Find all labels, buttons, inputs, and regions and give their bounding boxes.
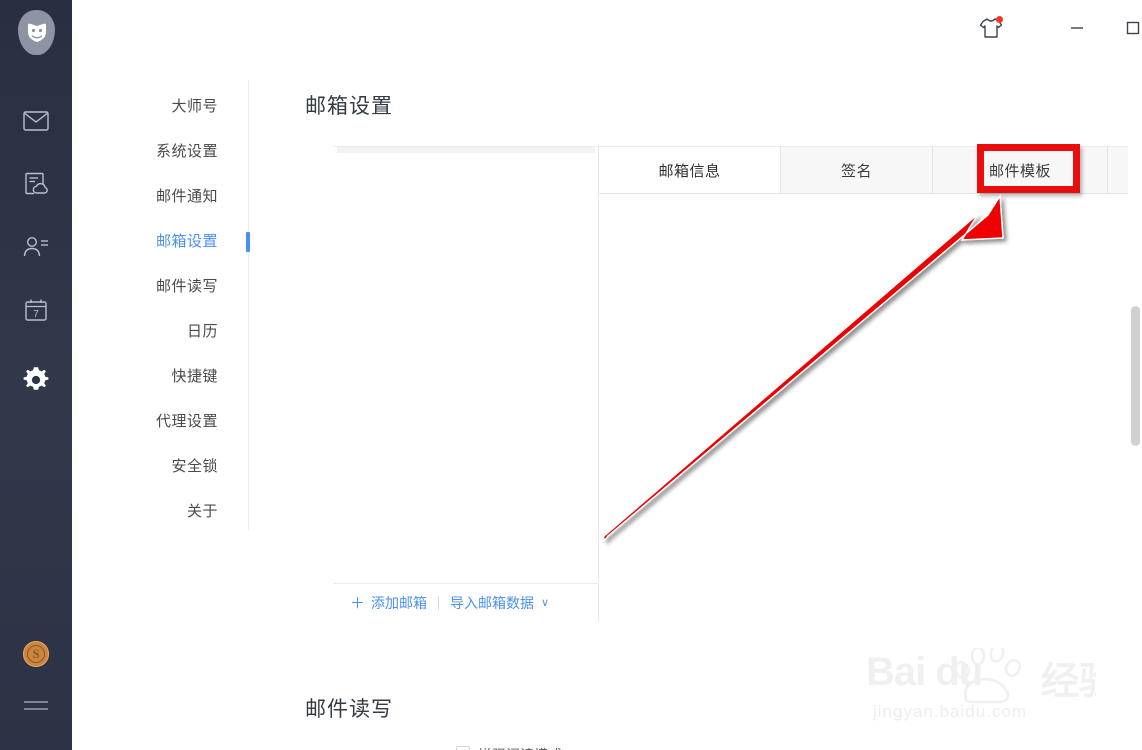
rail-item-menu[interactable] — [0, 684, 72, 728]
sidebar-item-proxy[interactable]: 代理设置 — [98, 410, 218, 431]
sidebar-item-calendar[interactable]: 日历 — [98, 320, 218, 341]
vertical-scrollbar-track[interactable] — [1128, 56, 1142, 750]
tab-mailbox-info[interactable]: 邮箱信息 — [599, 147, 781, 194]
icon-rail: 7 S — [0, 0, 72, 750]
calendar-icon: 7 — [25, 299, 47, 321]
hamburger-menu-icon — [24, 701, 48, 710]
minimize-icon — [1071, 27, 1083, 29]
section-title-mail-readwrite: 邮件读写 — [305, 698, 393, 721]
enhanced-reading-label: 增强阅读模式 — [478, 745, 562, 750]
mailbox-list-header-strip — [337, 147, 595, 153]
cloud-document-icon — [25, 172, 48, 195]
add-mailbox-button[interactable]: ＋ 添加邮箱 — [350, 592, 427, 613]
plus-icon: ＋ — [350, 595, 366, 612]
rail-item-contacts[interactable] — [0, 225, 72, 269]
svg-text:7: 7 — [33, 309, 39, 320]
title-bar — [72, 0, 1142, 56]
application-window: 7 S 大师号 系统设置 邮件通知 邮箱设置 邮件读写 日历 快捷键 代理设置 … — [0, 0, 1142, 750]
sidebar-item-notification[interactable]: 邮件通知 — [98, 185, 218, 206]
coin-icon: S — [23, 641, 49, 667]
enhanced-reading-checkbox[interactable] — [456, 746, 470, 750]
chevron-down-icon: ∨ — [541, 597, 550, 609]
tab-content-area — [599, 194, 1142, 621]
maximize-icon — [1126, 21, 1140, 35]
sidebar-item-system[interactable]: 系统设置 — [98, 140, 218, 161]
page-title: 邮箱设置 — [305, 95, 393, 118]
nav-divider — [248, 80, 249, 530]
rail-item-calendar[interactable]: 7 — [0, 288, 72, 332]
sidebar-item-shortcuts[interactable]: 快捷键 — [98, 365, 218, 386]
settings-nav: 大师号 系统设置 邮件通知 邮箱设置 邮件读写 日历 快捷键 代理设置 安全锁 … — [72, 56, 250, 750]
sidebar-item-security-lock[interactable]: 安全锁 — [98, 455, 218, 476]
tab-signature[interactable]: 签名 — [781, 147, 933, 194]
minimize-button[interactable] — [1057, 8, 1097, 48]
coin-symbol: S — [27, 645, 45, 663]
maximize-button[interactable] — [1113, 8, 1142, 48]
sidebar-item-dashihao[interactable]: 大师号 — [98, 95, 218, 116]
sidebar-item-mailbox-settings[interactable]: 邮箱设置 — [98, 230, 218, 251]
mailbox-list-pane: ＋ 添加邮箱 导入邮箱数据 ∨ — [333, 147, 599, 621]
skin-button[interactable] — [971, 8, 1011, 48]
rail-item-coin[interactable]: S — [0, 632, 72, 676]
import-mailbox-data-label: 导入邮箱数据 — [450, 594, 535, 611]
rail-item-settings[interactable] — [0, 358, 72, 402]
panel-tabs: 邮箱信息 签名 邮件模板 — [599, 147, 1142, 194]
main-content: 邮箱设置 ＋ 添加邮箱 导入邮箱数据 ∨ 邮箱信息 签名 邮件模板 邮件读写 — [250, 56, 1142, 750]
vertical-scrollbar-thumb[interactable] — [1131, 306, 1140, 446]
tab-mail-template[interactable]: 邮件模板 — [933, 147, 1108, 194]
rail-item-mail[interactable] — [0, 99, 72, 143]
sidebar-item-about[interactable]: 关于 — [98, 500, 218, 521]
skin-notification-dot — [996, 16, 1003, 23]
rail-item-cloud-document[interactable] — [0, 162, 72, 206]
user-avatar[interactable] — [18, 10, 55, 55]
toolbar-separator — [438, 595, 440, 610]
import-mailbox-data-button[interactable]: 导入邮箱数据 ∨ — [450, 593, 549, 613]
gear-icon — [23, 367, 49, 390]
avatar-glyph — [27, 23, 46, 42]
mailbox-list-toolbar: ＋ 添加邮箱 导入邮箱数据 ∨ — [333, 583, 599, 621]
contacts-icon — [23, 236, 48, 257]
add-mailbox-label: 添加邮箱 — [371, 594, 428, 611]
mail-icon — [23, 111, 49, 131]
mailbox-settings-panel: ＋ 添加邮箱 导入邮箱数据 ∨ 邮箱信息 签名 邮件模板 — [333, 146, 1142, 621]
sidebar-item-mail-readwrite[interactable]: 邮件读写 — [98, 275, 218, 296]
